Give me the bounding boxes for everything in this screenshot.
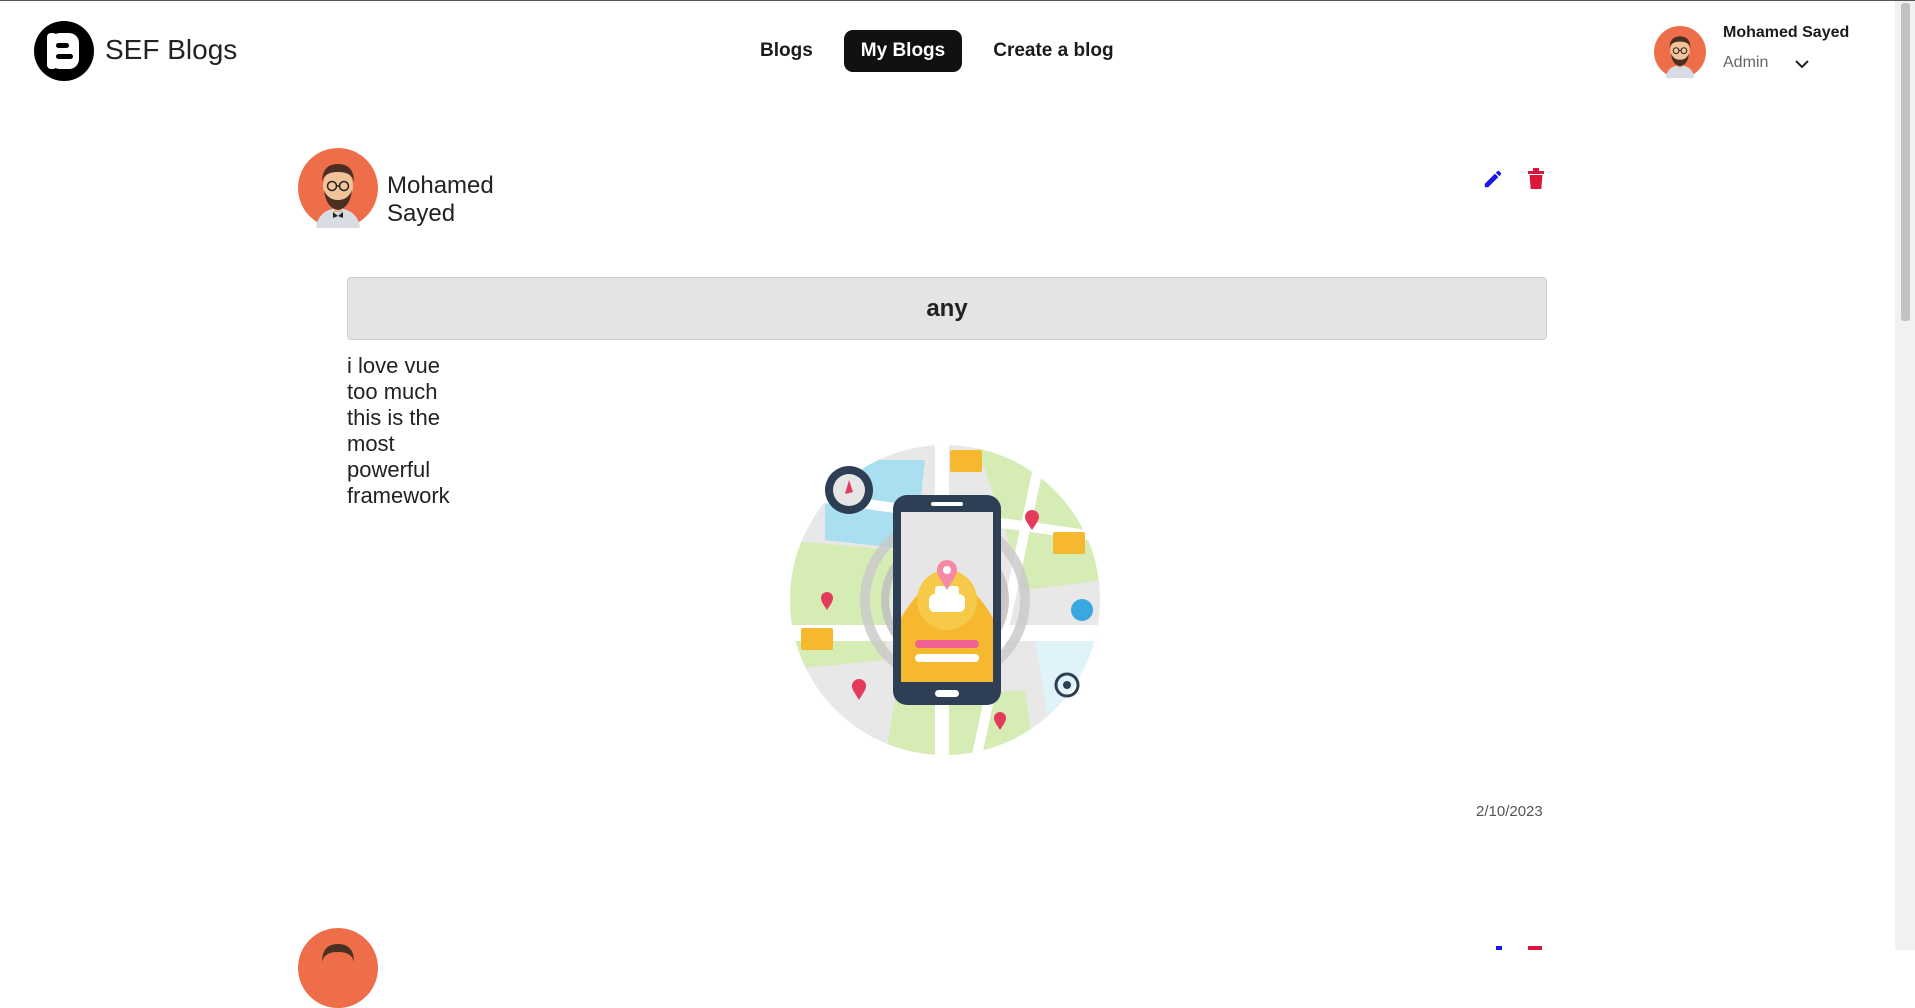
nav-my-blogs[interactable]: My Blogs (843, 30, 963, 72)
user-avatar[interactable] (1654, 26, 1706, 78)
post-image-map-phone (790, 445, 1100, 755)
post-author-name: Mohamed Sayed (387, 172, 494, 227)
user-role: Admin (1723, 54, 1769, 71)
nav-create-blog[interactable]: Create a blog (976, 30, 1130, 72)
main-nav: Blogs My Blogs Create a blog (743, 30, 1131, 72)
user-name: Mohamed Sayed (1723, 24, 1850, 41)
post-body: i love vue too much this is the most pow… (347, 353, 450, 508)
delete-trash-icon[interactable] (1526, 168, 1546, 190)
post-title: any (347, 277, 1547, 340)
blogger-logo-icon[interactable] (33, 20, 95, 82)
next-post-actions (1496, 946, 1542, 950)
author-avatar (298, 148, 378, 228)
top-navbar: SEF Blogs Blogs My Blogs Create a blog M… (0, 1, 1895, 101)
post-date: 2/10/2023 (1476, 803, 1543, 820)
next-post-author-avatar (298, 928, 378, 1008)
nav-blogs[interactable]: Blogs (743, 30, 830, 72)
chevron-down-icon[interactable] (1793, 57, 1811, 71)
scrollbar-thumb[interactable] (1901, 3, 1910, 321)
edit-pencil-icon[interactable] (1482, 168, 1504, 190)
brand-title[interactable]: SEF Blogs (105, 34, 237, 66)
